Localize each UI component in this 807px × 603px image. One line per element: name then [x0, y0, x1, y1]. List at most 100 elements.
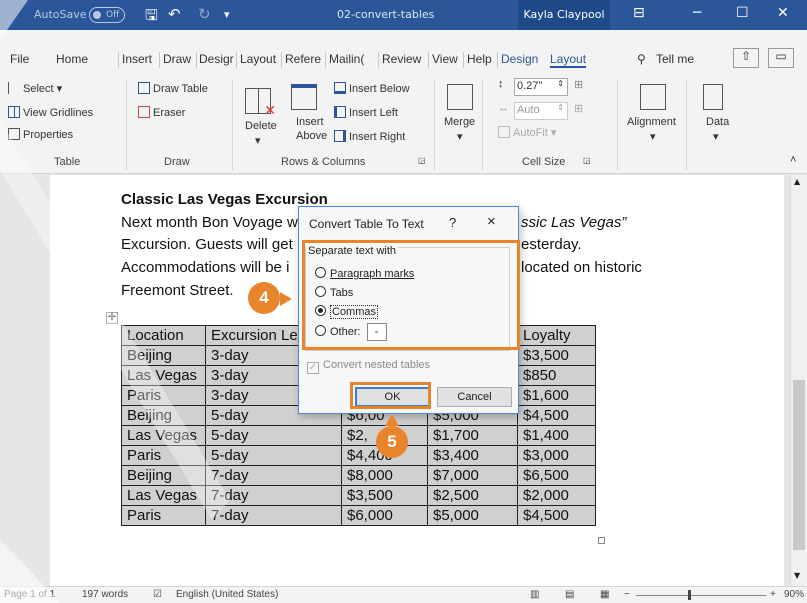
redo-icon[interactable]: ↻	[198, 5, 211, 23]
close-window-icon[interactable]: ✕	[777, 5, 789, 21]
word-count[interactable]: 197 words	[82, 589, 128, 600]
search-icon[interactable]: ⚲	[637, 52, 646, 66]
zoom-level[interactable]: 90%	[784, 589, 804, 600]
zoom-slider-thumb[interactable]	[688, 590, 691, 600]
table-cell[interactable]: Beijing	[121, 345, 206, 366]
save-icon[interactable]: 🖫	[145, 5, 158, 30]
distribute-columns-icon[interactable]: ⊞	[574, 102, 583, 115]
tab-layout[interactable]: Layout	[240, 52, 276, 66]
table-cell[interactable]: $2,500	[427, 485, 518, 506]
autosave-toggle[interactable]: Off	[89, 7, 125, 23]
table-cell[interactable]: $6,000	[341, 505, 428, 526]
delete-table-icon[interactable]: ✕	[245, 88, 276, 119]
data-icon[interactable]	[703, 84, 723, 110]
merge-dropdown-icon[interactable]: ▾	[457, 130, 463, 143]
data-button[interactable]: Data	[706, 116, 729, 128]
table-header-cell[interactable]: Location	[121, 325, 206, 346]
delete-dropdown-icon[interactable]: ▾	[255, 134, 261, 147]
distribute-rows-icon[interactable]: ⊞	[574, 78, 583, 91]
convert-nested-tables-checkbox[interactable]: ✓ Convert nested tables	[307, 359, 430, 374]
table-cell[interactable]: $2,000	[517, 485, 596, 506]
cancel-button[interactable]: Cancel	[437, 387, 512, 407]
insert-above-button[interactable]: Insert	[296, 116, 324, 128]
scroll-up-icon[interactable]: ▲	[794, 177, 800, 186]
tab-mailings[interactable]: Mailin(	[329, 52, 364, 66]
table-cell[interactable]: $850	[517, 365, 596, 386]
autofit-button[interactable]: AutoFit ▾	[498, 126, 556, 139]
tab-review[interactable]: Review	[382, 52, 421, 66]
column-width-input[interactable]: Auto ⇕	[514, 102, 568, 120]
table-cell[interactable]: $5,000	[427, 505, 518, 526]
properties-button[interactable]: Properties	[8, 128, 73, 141]
comments-icon[interactable]: ▭	[768, 48, 794, 68]
table-cell[interactable]: Paris	[121, 505, 206, 526]
row-height-input[interactable]: 0.27" ⇕	[514, 78, 568, 96]
table-resize-handle[interactable]	[598, 537, 605, 544]
tab-help[interactable]: Help	[467, 52, 492, 66]
page-count[interactable]: Page 1 of 1	[4, 589, 55, 600]
tab-view[interactable]: View	[432, 52, 458, 66]
table-cell[interactable]: 7-day	[205, 505, 342, 526]
table-cell[interactable]: Las Vegas	[121, 365, 206, 386]
tab-file[interactable]: File	[10, 52, 29, 66]
print-layout-icon[interactable]: ▤	[565, 589, 574, 600]
merge-button[interactable]: Merge	[444, 116, 475, 128]
table-cell[interactable]: Paris	[121, 445, 206, 466]
help-icon[interactable]: ?	[449, 215, 456, 230]
maximize-icon[interactable]: ☐	[736, 5, 749, 21]
table-cell[interactable]: $6,500	[517, 465, 596, 486]
close-icon[interactable]: ×	[487, 213, 496, 230]
proofing-icon[interactable]: ☑	[153, 589, 162, 600]
table-cell[interactable]: 7-day	[205, 485, 342, 506]
table-cell[interactable]: Paris	[121, 385, 206, 406]
cell-size-launcher-icon[interactable]: ◲	[583, 156, 591, 165]
tab-design[interactable]: Desigr	[199, 52, 234, 66]
zoom-slider[interactable]	[636, 595, 766, 596]
table-cell[interactable]: Las Vegas	[121, 485, 206, 506]
table-cell[interactable]: $3,000	[517, 445, 596, 466]
table-cell[interactable]: 7-day	[205, 465, 342, 486]
alignment-button[interactable]: Alignment	[627, 116, 676, 128]
table-cell[interactable]: Las Vegas	[121, 425, 206, 446]
table-cell[interactable]: $3,400	[427, 445, 518, 466]
delete-button[interactable]: Delete	[245, 120, 277, 132]
select-button[interactable]: Select ▾	[8, 82, 62, 95]
tab-table-design[interactable]: Design	[501, 52, 538, 66]
alignment-dropdown-icon[interactable]: ▾	[650, 130, 656, 143]
table-cell[interactable]: 5-day	[205, 425, 342, 446]
tab-draw[interactable]: Draw	[163, 52, 191, 66]
data-dropdown-icon[interactable]: ▾	[713, 130, 719, 143]
view-gridlines-button[interactable]: View Gridlines	[8, 106, 93, 119]
insert-left-button[interactable]: Insert Left	[334, 106, 398, 119]
tell-me-box[interactable]: Tell me	[656, 52, 694, 66]
undo-icon[interactable]: ↶	[168, 5, 181, 23]
table-cell[interactable]: $1,400	[517, 425, 596, 446]
alignment-icon[interactable]	[640, 84, 666, 110]
tab-home[interactable]: Home	[56, 52, 88, 66]
zoom-in-icon[interactable]: +	[770, 589, 776, 600]
table-cell[interactable]: $1,700	[427, 425, 518, 446]
table-move-handle-icon[interactable]: ✛	[106, 312, 118, 324]
customize-qat-icon[interactable]: ▾	[224, 8, 230, 21]
table-cell[interactable]: $7,000	[427, 465, 518, 486]
insert-below-button[interactable]: Insert Below	[334, 82, 410, 95]
insert-above-icon[interactable]	[291, 84, 317, 110]
table-cell[interactable]: Beijing	[121, 465, 206, 486]
merge-icon[interactable]	[447, 84, 473, 110]
insert-above-button-line2[interactable]: Above	[296, 130, 327, 142]
scroll-down-icon[interactable]: ▼	[794, 571, 800, 580]
scroll-thumb[interactable]	[793, 380, 805, 550]
insert-right-button[interactable]: Insert Right	[334, 130, 405, 143]
table-cell[interactable]: $3,500	[517, 345, 596, 366]
tab-table-layout[interactable]: Layout	[550, 52, 587, 68]
rows-columns-launcher-icon[interactable]: ◲	[418, 156, 426, 165]
collapse-ribbon-icon[interactable]: ˄	[790, 154, 796, 166]
table-cell[interactable]: Beijing	[121, 405, 206, 426]
minimize-icon[interactable]: ─	[693, 5, 701, 21]
read-mode-icon[interactable]: ▥	[530, 589, 539, 600]
web-layout-icon[interactable]: ▦	[600, 589, 609, 600]
user-account[interactable]: Kayla Claypool	[518, 0, 610, 30]
tab-insert[interactable]: Insert	[122, 52, 152, 66]
table-cell[interactable]: $4,500	[517, 505, 596, 526]
vertical-scrollbar[interactable]: ▲ ▼	[790, 175, 807, 586]
